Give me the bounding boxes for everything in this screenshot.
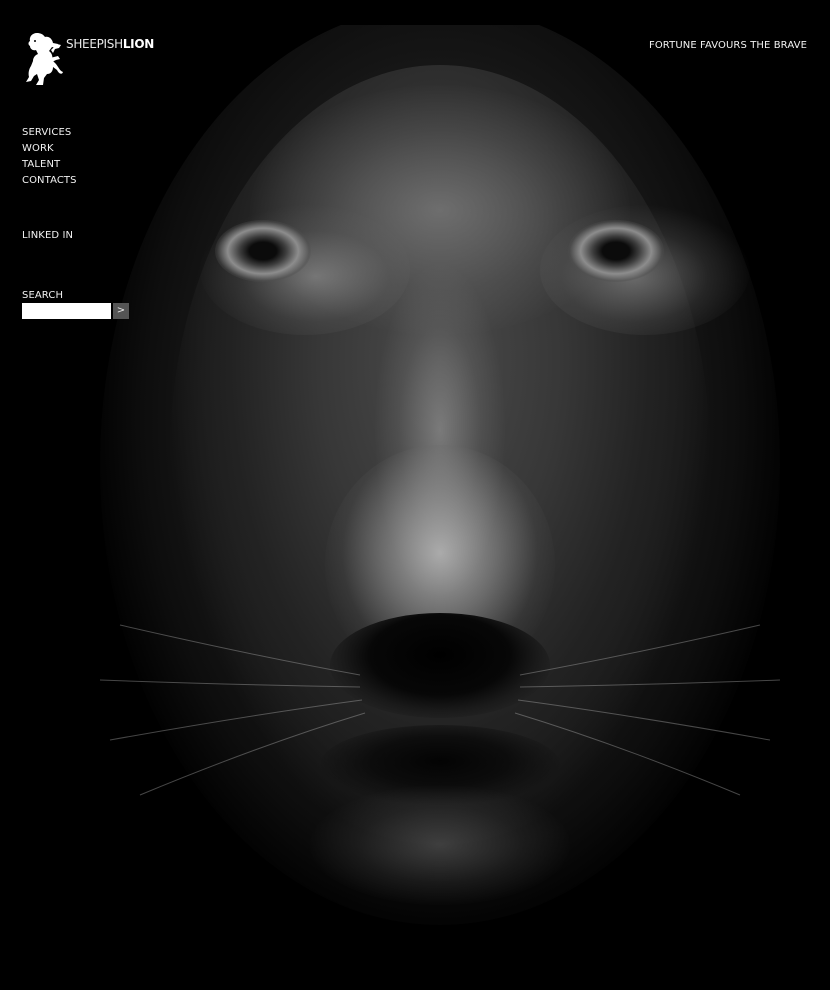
search-form: >	[22, 303, 129, 319]
search-input[interactable]	[22, 303, 111, 319]
nav-item-contacts: CONTACTS	[22, 170, 77, 186]
nav-link-contacts[interactable]: CONTACTS	[22, 175, 77, 186]
nav-link-talent[interactable]: TALENT	[22, 159, 60, 170]
linkedin-link[interactable]: LINKED IN	[22, 230, 73, 241]
nav-item-talent: TALENT	[22, 154, 77, 170]
nav-link-work[interactable]: WORK	[22, 143, 54, 154]
lion-whiskers	[99, 624, 781, 796]
brand-name-bold: LION	[122, 37, 154, 51]
search-submit-button[interactable]: >	[113, 303, 129, 319]
rampant-lion-crest-icon	[26, 33, 63, 85]
tagline: FORTUNE FAVOURS THE BRAVE	[648, 40, 807, 51]
nav-item-work: WORK	[22, 138, 77, 154]
hero-lion-image	[60, 25, 820, 925]
brand-name-light: SHEEPISH	[66, 37, 123, 51]
search-label: SEARCH	[22, 290, 64, 301]
nav-item-services: SERVICES	[22, 122, 77, 138]
logo-link[interactable]: SHEEPISHLION	[22, 30, 154, 88]
main-nav: SERVICES WORK TALENT CONTACTS	[22, 122, 77, 186]
nav-link-services[interactable]: SERVICES	[22, 127, 71, 138]
brand-name: SHEEPISHLION	[66, 37, 154, 51]
